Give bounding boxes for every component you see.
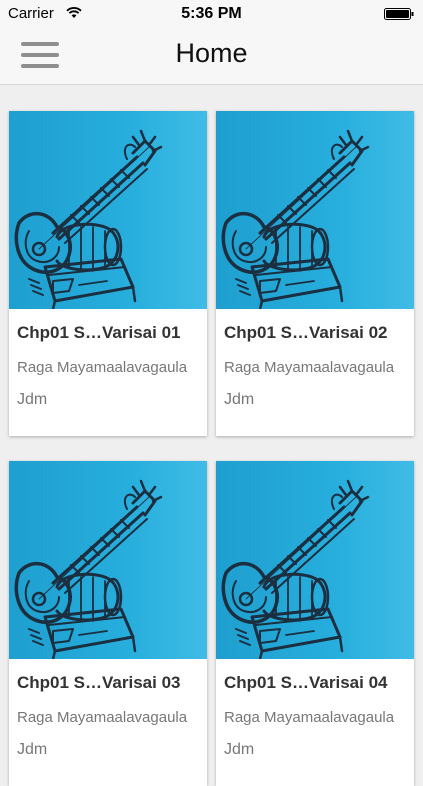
battery-icon xyxy=(384,8,414,20)
card-title: Chp01 S…Varisai 02 xyxy=(224,323,388,342)
veena-instrument-art xyxy=(216,461,414,659)
lesson-card[interactable]: Chp01 S…Varisai 02 Raga Mayamaalavagaula… xyxy=(216,111,414,436)
veena-instrument-art xyxy=(9,461,207,659)
card-subtitle: Raga Mayamaalavagaula xyxy=(17,709,188,726)
veena-instrument-art xyxy=(9,111,207,309)
status-time: 5:36 PM xyxy=(181,5,242,22)
card-title: Chp01 S…Varisai 04 xyxy=(224,673,388,692)
card-author: Jdm xyxy=(17,391,48,408)
page-title: Home xyxy=(175,38,248,68)
lesson-card[interactable]: Chp01 S…Varisai 04 Raga Mayamaalavagaula… xyxy=(216,461,414,786)
card-title: Chp01 S…Varisai 01 xyxy=(17,323,181,342)
card-subtitle: Raga Mayamaalavagaula xyxy=(17,359,188,376)
card-author: Jdm xyxy=(224,741,255,758)
lesson-card[interactable]: Chp01 S…Varisai 01 Raga Mayamaalavagaula… xyxy=(9,111,207,436)
lesson-card[interactable]: Chp01 S…Varisai 03 Raga Mayamaalavagaula… xyxy=(9,461,207,786)
status-bar: Carrier 5:36 PM xyxy=(0,0,423,28)
card-subtitle: Raga Mayamaalavagaula xyxy=(224,359,395,376)
card-author: Jdm xyxy=(17,741,48,758)
card-title: Chp01 S…Varisai 03 xyxy=(17,673,181,692)
veena-instrument-art xyxy=(216,111,414,309)
card-author: Jdm xyxy=(224,391,255,408)
navigation-bar: Home xyxy=(0,28,423,85)
card-subtitle: Raga Mayamaalavagaula xyxy=(224,709,395,726)
lesson-grid: Chp01 S…Varisai 01 Raga Mayamaalavagaula… xyxy=(0,85,423,786)
